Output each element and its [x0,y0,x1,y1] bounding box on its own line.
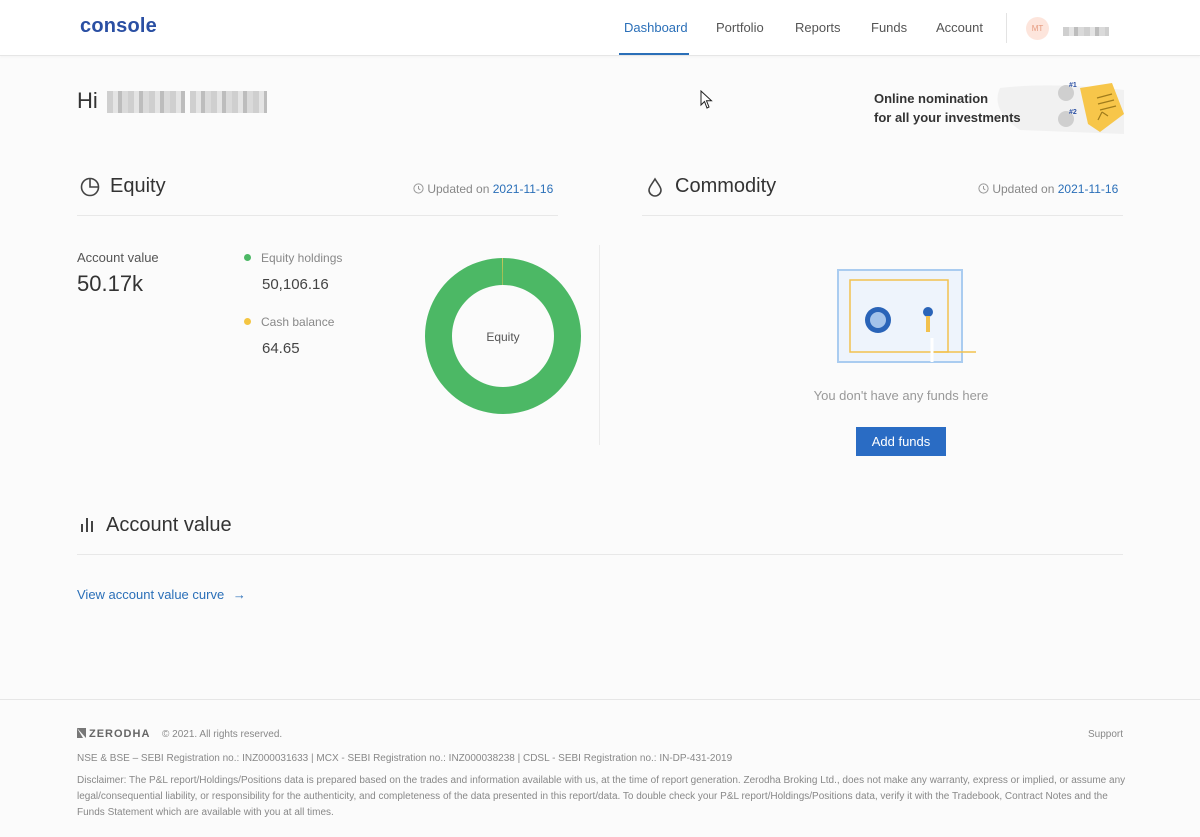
top-header: console Dashboard Portfolio Reports Fund… [0,0,1200,56]
equity-holdings-dot [244,254,251,261]
clock-icon [413,183,424,194]
empty-funds-message: You don't have any funds here [813,388,989,403]
nav-dashboard[interactable]: Dashboard [624,20,688,35]
redacted-user-id[interactable] [1063,27,1109,36]
banner-text: Online nomination for all your investmen… [874,89,1021,127]
banner-marker-2: #2 [1069,109,1077,116]
view-account-value-curve-link[interactable]: View account value curve → [77,587,246,602]
equity-title: Equity [110,175,166,197]
footer-disclaimer: Disclaimer: The P&L report/Holdings/Posi… [77,775,1126,818]
zerodha-logo-icon [77,728,86,738]
footer-brand: ZERODHA [77,728,150,740]
mouse-cursor-icon [700,90,713,109]
clock-icon [978,183,989,194]
commodity-updated: Updated on 2021-11-16 [978,182,1118,196]
support-link[interactable]: Support [1088,729,1123,740]
pie-chart-icon [80,177,100,197]
account-value-title: Account value [106,514,232,536]
section-vertical-divider [599,245,600,445]
equity-holdings-value: 50,106.16 [262,276,329,293]
arrow-right-icon: → [232,587,246,602]
footer-registration: NSE & BSE – SEBI Registration no.: INZ00… [77,753,733,764]
nav-reports[interactable]: Reports [795,20,841,35]
commodity-divider [642,215,1123,216]
equity-holdings-label: Equity holdings [261,251,343,265]
footer-copyright: © 2021. All rights reserved. [162,729,283,740]
nomination-banner[interactable]: #1 #2 Online nomination for all your inv… [850,80,1124,134]
donut-center-label: Equity [486,330,519,344]
nav-funds[interactable]: Funds [871,20,907,35]
header-divider [1006,13,1007,43]
account-value-label: Account value [77,250,159,265]
equity-updated: Updated on 2021-11-16 [413,182,553,196]
footer-brand-name: ZERODHA [89,728,151,740]
redacted-first-name [107,91,185,113]
footer: ZERODHA © 2021. All rights reserved. Sup… [0,699,1200,837]
cash-balance-dot [244,318,251,325]
banner-line-1: Online nomination [874,91,989,106]
link-label: View account value curve [77,587,225,602]
redacted-last-name [190,91,267,113]
equity-updated-date: 2021-11-16 [492,182,554,196]
banner-line-2: for all your investments [874,110,1021,125]
add-funds-button[interactable]: Add funds [856,427,946,456]
nav-portfolio[interactable]: Portfolio [716,20,764,35]
active-tab-indicator [619,53,689,55]
bar-chart-icon [81,518,93,532]
cash-balance-label: Cash balance [261,315,335,329]
account-value: 50.17k [77,271,144,296]
nav-account[interactable]: Account [936,20,983,35]
account-value-divider [77,554,1123,555]
commodity-title: Commodity [675,175,777,197]
commodity-updated-date: 2021-11-16 [1057,182,1119,196]
drop-icon [648,177,662,197]
banner-marker-1: #1 [1069,82,1077,89]
commodity-updated-label: Updated on [992,182,1055,196]
empty-safe-illustration [837,269,976,363]
equity-updated-label: Updated on [427,182,490,196]
greeting: Hi [77,88,98,113]
equity-divider [77,215,558,216]
cash-balance-value: 64.65 [262,340,300,357]
avatar[interactable]: MT [1026,17,1049,40]
equity-donut-chart[interactable]: Equity [424,257,582,415]
console-logo[interactable]: console [80,15,157,38]
